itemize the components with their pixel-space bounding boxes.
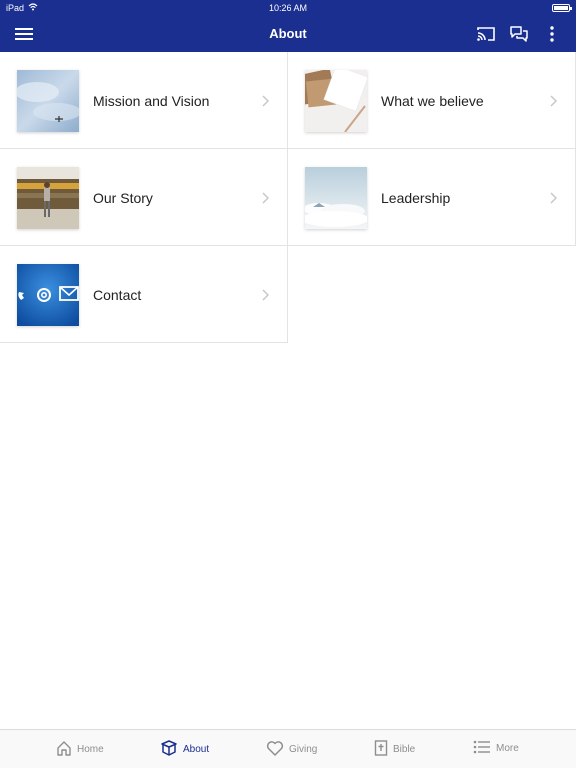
grid-item-label: Leadership bbox=[381, 190, 451, 206]
tab-label: More bbox=[496, 743, 519, 754]
chevron-right-icon bbox=[550, 191, 558, 209]
chevron-right-icon bbox=[262, 288, 270, 306]
grid-item-label: What we believe bbox=[381, 93, 484, 109]
grid-item-what-we-believe[interactable]: What we believe bbox=[288, 52, 576, 149]
battery-icon bbox=[552, 4, 572, 12]
chevron-right-icon bbox=[550, 94, 558, 112]
chat-icon[interactable] bbox=[508, 24, 530, 44]
cast-icon[interactable] bbox=[475, 24, 497, 44]
leadership-thumbnail bbox=[305, 167, 367, 229]
home-icon bbox=[56, 740, 72, 759]
grid-item-leadership[interactable]: Leadership bbox=[288, 149, 576, 246]
tab-label: Home bbox=[77, 744, 104, 755]
contact-thumbnail bbox=[17, 264, 79, 326]
tab-more[interactable]: More bbox=[473, 740, 519, 757]
tab-about[interactable]: About bbox=[160, 740, 209, 759]
grid-item-our-story[interactable]: Our Story bbox=[0, 149, 288, 246]
tab-label: About bbox=[183, 744, 210, 755]
list-icon bbox=[473, 740, 491, 757]
chevron-right-icon bbox=[262, 94, 270, 112]
grid-item-mission-and-vision[interactable]: Mission and Vision bbox=[0, 52, 288, 149]
tab-bible[interactable]: Bible bbox=[374, 740, 415, 759]
bible-icon bbox=[374, 740, 388, 759]
heart-icon bbox=[266, 740, 284, 759]
tab-bar: Home About Giving Bible More bbox=[0, 729, 576, 768]
nav-bar: About bbox=[0, 16, 576, 52]
about-icon bbox=[160, 740, 178, 759]
mission-thumbnail bbox=[17, 70, 79, 132]
status-time: 10:26 AM bbox=[268, 3, 308, 13]
tab-label: Bible bbox=[393, 744, 416, 755]
tab-home[interactable]: Home bbox=[56, 740, 104, 759]
tab-label: Giving bbox=[289, 744, 318, 755]
tab-giving[interactable]: Giving bbox=[266, 740, 317, 759]
status-bar: iPad 10:26 AM bbox=[0, 0, 576, 16]
more-vertical-icon[interactable] bbox=[541, 24, 563, 44]
story-thumbnail bbox=[17, 167, 79, 229]
grid-item-contact[interactable]: Contact bbox=[0, 246, 288, 343]
chevron-right-icon bbox=[262, 191, 270, 209]
grid-item-label: Contact bbox=[93, 287, 142, 303]
believe-thumbnail bbox=[305, 70, 367, 132]
grid-item-label: Our Story bbox=[93, 190, 153, 206]
grid-item-label: Mission and Vision bbox=[93, 93, 210, 109]
